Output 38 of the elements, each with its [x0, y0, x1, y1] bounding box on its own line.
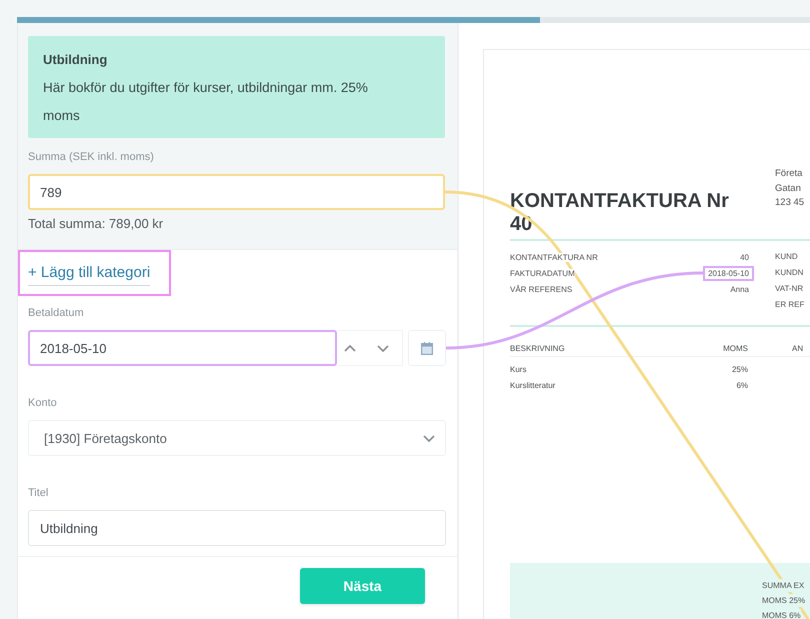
chevron-down-icon	[423, 434, 435, 442]
category-title: Utbildning	[43, 51, 108, 69]
customer-field-label: ER REF	[775, 299, 804, 311]
sender-address-line: Gatan	[775, 182, 802, 196]
table-header-cell-text: AN	[792, 343, 804, 355]
field-label: Konto	[28, 396, 58, 410]
customer-field-label: VAT-NR	[775, 283, 804, 295]
invoice-meta-label: FAKTURADATUM	[510, 268, 575, 278]
invoice-meta-value: 2018-05-10	[703, 266, 754, 280]
sender-address-line: 123 45	[775, 196, 804, 210]
totals-label: MOMS 6%	[762, 609, 801, 619]
invoice-meta-label: KONTANTFAKTURA NR	[510, 252, 598, 262]
table-header-cell-text: BESKRIVNING	[510, 343, 566, 355]
calendar-icon	[421, 342, 433, 354]
table-cell-text: Kurs	[510, 364, 528, 376]
chevron-up-icon	[344, 344, 356, 352]
sender-address-line: Företa	[775, 167, 804, 181]
field-label: Betaldatum	[28, 306, 85, 320]
text-input[interactable]: Utbildning	[28, 510, 446, 546]
table-cell-text: Kurslitteratur	[510, 380, 556, 392]
date-input[interactable]: 2018-05-10	[28, 330, 337, 366]
add-category-link[interactable]: + Lägg till kategori	[28, 264, 150, 286]
table-cell-text: 6%	[735, 380, 748, 392]
amount-input[interactable]: 789	[28, 174, 445, 210]
select-dropdown[interactable]: [1930] Företagskonto	[28, 420, 446, 456]
totals-label: SUMMA EX	[762, 579, 804, 592]
customer-field-label: KUND	[775, 251, 799, 263]
invoice-meta-label: VÅR REFERENS	[510, 284, 572, 294]
field-label: Titel	[28, 486, 50, 500]
field-label: Summa (SEK inkl. moms)	[28, 150, 155, 164]
total-amount-text: Total summa: 789,00 kr	[28, 216, 164, 232]
totals-label: MOMS 25%	[762, 594, 806, 607]
table-header-cell-text: MOMS	[722, 343, 748, 355]
chevron-down-icon	[376, 344, 388, 352]
category-description: Här bokför du utgifter för kurser, utbildningar mm. 25% moms	[43, 79, 369, 125]
customer-field-label: KUNDN	[775, 267, 804, 279]
table-cell-text: 25%	[730, 364, 748, 376]
calendar-button[interactable]	[408, 330, 446, 366]
